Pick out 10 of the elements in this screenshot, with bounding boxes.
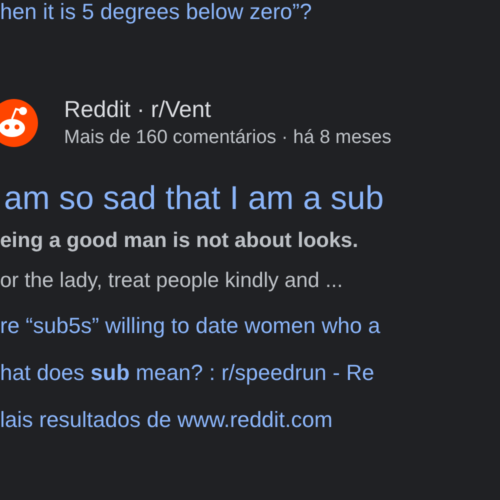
reddit-logo-icon [0, 99, 38, 147]
result-snippet: eing a good man is not about looks. [0, 228, 358, 254]
source-site: Reddit · r/Vent [64, 95, 212, 124]
result-title-link[interactable]: am so sad that I am a sub [4, 178, 384, 218]
related-result-link[interactable]: hat does sub mean? : r/speedrun - Re [0, 358, 374, 388]
more-results-link[interactable]: lais resultados de www.reddit.com [0, 405, 333, 435]
result-snippet: or the lady, treat people kindly and ... [0, 268, 343, 294]
result-title-link[interactable]: hen it is 5 degrees below zero”? [0, 0, 312, 24]
result-meta: Mais de 160 comentários · há 8 meses [64, 126, 392, 150]
related-result-link[interactable]: re “sub5s” willing to date women who a [0, 311, 380, 341]
